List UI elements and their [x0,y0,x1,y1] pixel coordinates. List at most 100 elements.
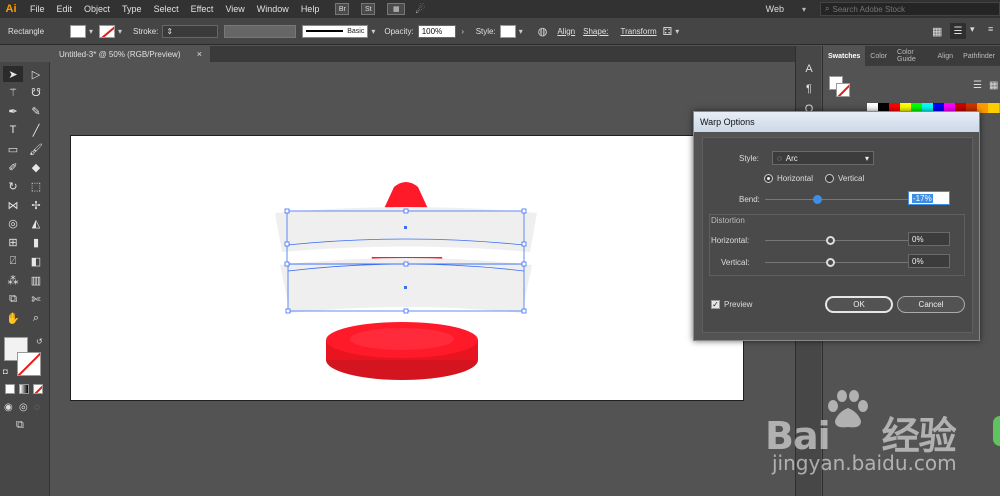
paintbrush-tool-icon[interactable]: 🖌 [26,141,46,157]
fill-swatch[interactable] [70,24,87,38]
distortion-vertical-input[interactable]: 0% [908,254,950,268]
document-tab[interactable]: Untitled-3* @ 50% (RGB/Preview) × [50,46,210,62]
tab-pathfinder[interactable]: Pathfinder [958,46,1000,66]
shaper-tool-icon[interactable]: ✐ [3,159,23,175]
horizontal-radio[interactable] [764,174,773,183]
draw-behind-icon[interactable]: ◎ [19,402,28,413]
distortion-horizontal-knob[interactable] [826,236,835,245]
floating-badge[interactable] [993,416,1000,446]
symbol-sprayer-tool-icon[interactable]: ⁂ [3,272,23,288]
distortion-horizontal-track[interactable] [765,240,909,241]
search-input[interactable] [832,4,983,14]
screen-mode-icon[interactable]: ⧉ [16,419,24,432]
opacity-arrow[interactable]: › [458,25,468,38]
type-tool-icon[interactable]: T [3,122,23,138]
character-panel-icon[interactable]: A [802,62,816,76]
chevron-down-icon[interactable]: ▾ [970,24,975,35]
distortion-vertical-track[interactable] [765,262,909,263]
swatch-list-view-icon[interactable]: ☰ [973,80,982,91]
paragraph-panel-icon[interactable]: ¶ [802,82,816,96]
menu-help[interactable]: Help [297,4,328,14]
graphic-style-swatch[interactable] [499,24,516,38]
stroke-swatch[interactable] [99,24,116,38]
arrange-documents-icon[interactable]: ▦ [387,3,406,15]
direct-selection-tool-icon[interactable]: ▷ [26,66,46,82]
tab-color[interactable]: Color [865,46,892,66]
preview-label[interactable]: Preview [724,300,752,309]
recolor-artwork-icon[interactable]: ◍ [538,25,548,38]
menu-select[interactable]: Select [150,4,187,14]
tab-swatches[interactable]: Swatches [823,46,866,66]
gradient-mode-icon[interactable] [19,384,29,394]
color-swatch[interactable] [988,103,999,113]
distortion-vertical-knob[interactable] [826,258,835,267]
distortion-horizontal-input[interactable]: 0% [908,232,950,246]
menu-type[interactable]: Type [118,4,150,14]
draw-inside-icon[interactable]: ◌ [34,402,40,413]
ok-button[interactable]: OK [825,296,893,313]
line-tool-icon[interactable]: ╱ [26,122,46,138]
menu-file[interactable]: File [26,4,53,14]
gpu-performance-icon[interactable]: ☄ [415,3,425,16]
bend-value-input[interactable]: -17% [908,191,950,205]
default-fill-stroke-icon[interactable]: ◘ [3,367,8,376]
artboard-tool-icon[interactable]: ⧉ [3,291,23,307]
brush-dropdown[interactable]: ▾ [368,25,378,38]
mesh-tool-icon[interactable]: ⊞ [3,234,23,250]
fill-dropdown[interactable]: ▾ [86,25,96,38]
shape-link[interactable]: Shape: [583,27,608,36]
vertical-radio[interactable] [825,174,834,183]
shape-builder-tool-icon[interactable]: ◎ [3,215,23,231]
bridge-button[interactable]: Br [335,3,350,15]
stroke-weight-field[interactable]: ⇕ [162,24,219,38]
slice-tool-icon[interactable]: ✄ [26,291,46,307]
current-stroke-swatch[interactable] [836,83,850,97]
menu-effect[interactable]: Effect [187,4,222,14]
horizontal-radio-label[interactable]: Horizontal [777,174,813,183]
lasso-tool-icon[interactable]: ☋ [26,84,46,100]
arrange-icon[interactable]: ▦ [932,25,942,38]
menu-object[interactable]: Object [80,4,118,14]
stroke-color-box[interactable] [17,352,41,376]
column-graph-tool-icon[interactable]: ▥ [26,272,46,288]
menu-window[interactable]: Window [253,4,297,14]
brush-definition[interactable]: Basic [302,24,369,38]
transform-link[interactable]: Transform [621,27,657,36]
stroke-dropdown[interactable]: ▾ [115,25,125,38]
swap-fill-stroke-icon[interactable]: ↺ [36,337,43,346]
tab-align[interactable]: Align [933,46,959,66]
gradient-tool-icon[interactable]: ▮ [26,234,46,250]
width-tool-icon[interactable]: ⋈ [3,197,23,213]
blend-tool-icon[interactable]: ◧ [26,253,46,269]
workspace-switcher[interactable]: Web [766,4,784,14]
scale-tool-icon[interactable]: ⬚ [26,178,46,194]
stock-search-box[interactable]: ⌕ [820,2,1000,16]
pen-tool-icon[interactable]: ✒ [3,103,23,119]
panel-menu-icon[interactable]: ☰ [950,23,966,39]
zoom-tool-icon[interactable]: ⌕ [26,310,46,326]
variable-width-field[interactable] [224,24,297,38]
selection-tool-icon[interactable]: ➤ [3,66,23,82]
rectangle-tool-icon[interactable]: ▭ [3,141,23,157]
bend-slider-knob[interactable] [813,195,822,204]
isolate-icon[interactable]: ⚃ [663,25,673,38]
none-mode-icon[interactable] [33,384,43,394]
color-mode-icon[interactable] [5,384,15,394]
menu-edit[interactable]: Edit [53,4,81,14]
warp-style-select[interactable]: ◌ Arc ▾ [772,151,874,165]
tab-color-guide[interactable]: Color Guide [892,46,932,66]
rotate-tool-icon[interactable]: ↻ [3,178,23,194]
curvature-tool-icon[interactable]: ✎ [26,103,46,119]
magic-wand-tool-icon[interactable]: ⚚ [3,84,23,100]
close-icon[interactable]: × [197,49,202,59]
style-dropdown[interactable]: ▾ [516,25,526,38]
control-options-dropdown[interactable]: ▾ [672,25,682,38]
cancel-button[interactable]: Cancel [897,296,965,313]
eyedropper-tool-icon[interactable]: ⍁ [3,253,23,269]
swatch-grid-view-icon[interactable]: ▦ [989,80,998,91]
control-panel-menu-icon[interactable]: ≡ [988,24,993,34]
stock-button[interactable]: St [361,3,376,15]
opacity-input[interactable]: 100% [417,24,456,38]
hand-tool-icon[interactable]: ✋ [3,310,23,326]
artwork[interactable] [70,135,744,401]
